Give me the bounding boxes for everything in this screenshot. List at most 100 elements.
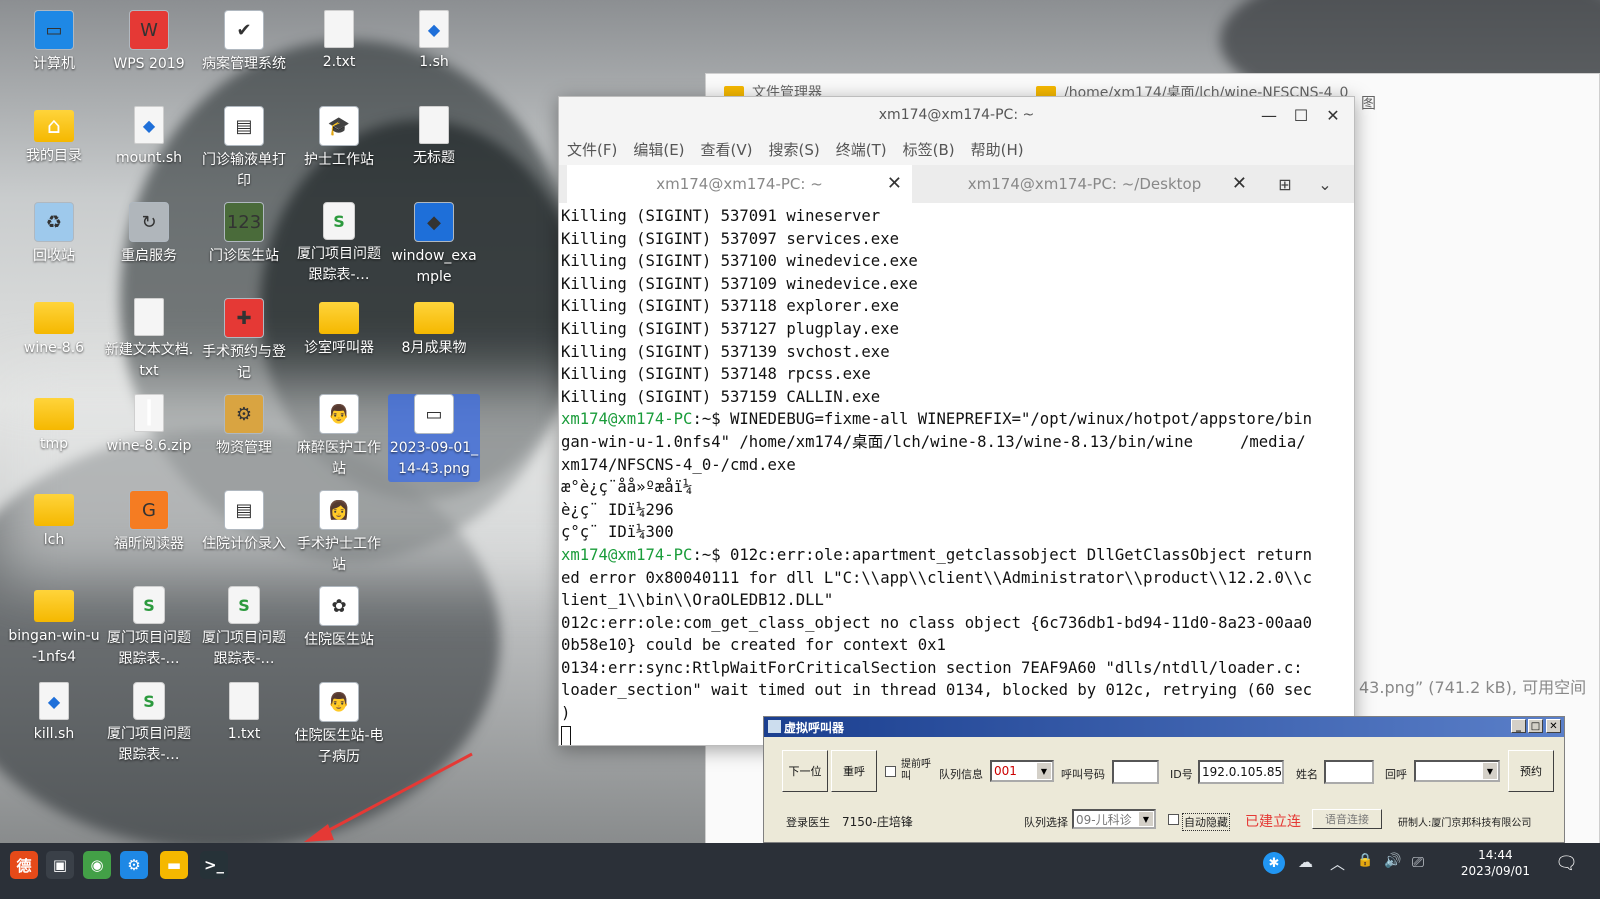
- desktop-icon[interactable]: ◆ 1.sh: [388, 10, 480, 73]
- desktop-icon[interactable]: W WPS 2019: [103, 10, 195, 75]
- desktop-icon[interactable]: 👨 麻醉医护工作站: [293, 394, 385, 480]
- recall-button[interactable]: 重呼: [831, 750, 877, 792]
- next-button[interactable]: 下一位: [782, 750, 828, 792]
- fm-tab-image[interactable]: 图: [1361, 92, 1376, 122]
- terminal-text: Killing (SIGINT) 537109 winedevice.exe: [561, 274, 918, 293]
- doctor-value: 7150-庄培锋: [842, 815, 913, 829]
- dropdown-icon[interactable]: ▼: [1483, 763, 1497, 779]
- voice-connect-button[interactable]: 语音连接: [1312, 809, 1382, 829]
- call-number-input[interactable]: [1112, 760, 1159, 784]
- desktop-icon[interactable]: 123 门诊医生站: [198, 202, 290, 267]
- close-icon[interactable]: ✕: [887, 173, 902, 194]
- input-method-icon[interactable]: ✱: [1263, 852, 1285, 874]
- queue-dept-select[interactable]: 09-儿科诊 ▼: [1072, 809, 1156, 829]
- desktop-icon[interactable]: ✿ 住院医生站: [293, 586, 385, 651]
- terminal-icon[interactable]: >_: [200, 851, 228, 879]
- desktop-icon-label: wine-8.6.zip: [106, 438, 192, 454]
- desktop-icon[interactable]: S 厦门项目问题跟踪表-…: [198, 586, 290, 670]
- close-icon[interactable]: ✕: [1546, 719, 1561, 733]
- desktop-icon[interactable]: 无标题: [388, 106, 480, 169]
- desktop-icon[interactable]: 🎓 护士工作站: [293, 106, 385, 171]
- dropdown-icon[interactable]: ▼: [1037, 763, 1051, 779]
- desktop-icon[interactable]: 8月成果物: [388, 298, 480, 359]
- terminal-titlebar[interactable]: xm174@xm174-PC: ~ — ☐ ✕: [559, 97, 1354, 133]
- desktop-icon[interactable]: ✔ 病案管理系统: [198, 10, 290, 75]
- desktop-icon[interactable]: ✚ 手术预约与登记: [198, 298, 290, 384]
- menu-search[interactable]: 搜索(S): [769, 139, 820, 160]
- caller-titlebar[interactable]: 虚拟呼叫器 _ □ ✕: [764, 717, 1564, 737]
- desktop-icon[interactable]: 👩 手术护士工作站: [293, 490, 385, 576]
- files-icon[interactable]: ▬: [160, 851, 188, 879]
- tab-desktop[interactable]: xm174@xm174-PC: ~/Desktop ✕: [912, 165, 1257, 203]
- chevron-down-icon[interactable]: ⌄: [1305, 165, 1345, 203]
- browser-icon[interactable]: ◉: [83, 851, 111, 879]
- desktop-icon[interactable]: ▤ 住院计价录入: [198, 490, 290, 555]
- multitask-icon[interactable]: ▣: [46, 851, 74, 879]
- return-call-select[interactable]: ▼: [1414, 760, 1500, 782]
- desktop-icon[interactable]: 新建文本文档.txt: [103, 298, 195, 382]
- id-input[interactable]: 192.0.105.85: [1198, 760, 1284, 784]
- reserve-button[interactable]: 预约: [1508, 750, 1554, 792]
- menu-edit[interactable]: 编辑(E): [633, 139, 684, 160]
- menu-tabs[interactable]: 标签(B): [903, 139, 955, 160]
- desktop-icon[interactable]: wine-8.6: [8, 298, 100, 359]
- maximize-icon[interactable]: □: [1528, 719, 1543, 733]
- desktop-icon[interactable]: S 厦门项目问题跟踪表-…: [103, 682, 195, 766]
- clock[interactable]: 14:44 2023/09/01: [1461, 847, 1530, 879]
- desktop-icon[interactable]: ◆ window_example: [388, 202, 480, 288]
- settings-icon[interactable]: ⚙: [120, 851, 148, 879]
- desktop-icon[interactable]: ▤ 门诊输液单打印: [198, 106, 290, 192]
- desktop-icon[interactable]: ⚙ 物资管理: [198, 394, 290, 459]
- terminal-output[interactable]: Killing (SIGINT) 537091 wineserver Killin…: [559, 205, 1354, 745]
- tab-home[interactable]: xm174@xm174-PC: ~ ✕: [567, 165, 912, 203]
- menu-help[interactable]: 帮助(H): [971, 139, 1024, 160]
- lock-icon[interactable]: 🔒: [1357, 853, 1373, 868]
- id-label: ID号: [1170, 768, 1193, 781]
- network-icon[interactable]: ⎚: [1412, 853, 1424, 871]
- folder-icon: [34, 398, 74, 430]
- desktop-icon[interactable]: ♻ 回收站: [8, 202, 100, 267]
- name-input[interactable]: [1324, 760, 1374, 784]
- minimize-icon[interactable]: _: [1511, 719, 1526, 733]
- app-icon: 👩: [319, 490, 359, 530]
- dropdown-icon[interactable]: ▼: [1139, 812, 1153, 826]
- notification-icon[interactable]: 🗨: [1555, 853, 1578, 874]
- terminal-window[interactable]: xm174@xm174-PC: ~ — ☐ ✕ 文件(F) 编辑(E) 查看(V…: [558, 96, 1355, 746]
- menu-terminal[interactable]: 终端(T): [836, 139, 887, 160]
- cloud-icon[interactable]: ☁: [1298, 853, 1313, 871]
- queue-select[interactable]: 001 ▼: [990, 760, 1054, 782]
- desktop-icon[interactable]: ▭ 计算机: [8, 10, 100, 75]
- desktop-icon[interactable]: 诊室呼叫器: [293, 298, 385, 359]
- desktop-icon[interactable]: ↻ 重启服务: [103, 202, 195, 267]
- desktop-icon[interactable]: ▭ 2023-09-01_14-43.png: [388, 394, 480, 482]
- volume-icon[interactable]: 🔊: [1384, 853, 1401, 869]
- desktop-icon[interactable]: S 厦门项目问题跟踪表-…: [293, 202, 385, 286]
- desktop-icon[interactable]: bingan-win-u-1nfs4: [8, 586, 100, 668]
- menu-file[interactable]: 文件(F): [567, 139, 617, 160]
- terminal-text: lient_1\\bin\\OraOLEDB12.DLL": [561, 591, 834, 610]
- desktop-icon[interactable]: ◆ kill.sh: [8, 682, 100, 745]
- deepin-app-icon[interactable]: 德: [10, 851, 38, 879]
- chevron-up-icon[interactable]: ︿: [1330, 853, 1345, 874]
- queue-select-label: 队列选择: [1024, 816, 1068, 829]
- close-icon[interactable]: ✕: [1320, 103, 1346, 127]
- menu-view[interactable]: 查看(V): [701, 139, 753, 160]
- desktop-icon[interactable]: S 厦门项目问题跟踪表-…: [103, 586, 195, 670]
- minimize-icon[interactable]: —: [1256, 103, 1282, 127]
- pre-call-checkbox[interactable]: [885, 766, 896, 777]
- desktop-icon[interactable]: tmp: [8, 394, 100, 455]
- desktop-icon[interactable]: ◆ mount.sh: [103, 106, 195, 169]
- terminal-line: Killing (SIGINT) 537100 winedevice.exe: [561, 250, 1354, 273]
- desktop-icon[interactable]: 2.txt: [293, 10, 385, 73]
- desktop-icon[interactable]: ┃ wine-8.6.zip: [103, 394, 195, 457]
- desktop-icon[interactable]: G 福昕阅读器: [103, 490, 195, 555]
- virtual-caller-window[interactable]: 虚拟呼叫器 _ □ ✕ 下一位 重呼 提前呼叫 队列信息 001 ▼ 呼叫号码 …: [763, 716, 1565, 843]
- call-number-label: 呼叫号码: [1061, 768, 1105, 781]
- maximize-icon[interactable]: ☐: [1288, 103, 1314, 127]
- close-icon[interactable]: ✕: [1232, 173, 1247, 194]
- desktop-icon[interactable]: 1.txt: [198, 682, 290, 745]
- new-tab-icon[interactable]: ⊞: [1265, 165, 1305, 203]
- desktop-icon[interactable]: ⌂ 我的目录: [8, 106, 100, 167]
- auto-hide-checkbox[interactable]: [1168, 814, 1179, 825]
- desktop-icon[interactable]: lch: [8, 490, 100, 551]
